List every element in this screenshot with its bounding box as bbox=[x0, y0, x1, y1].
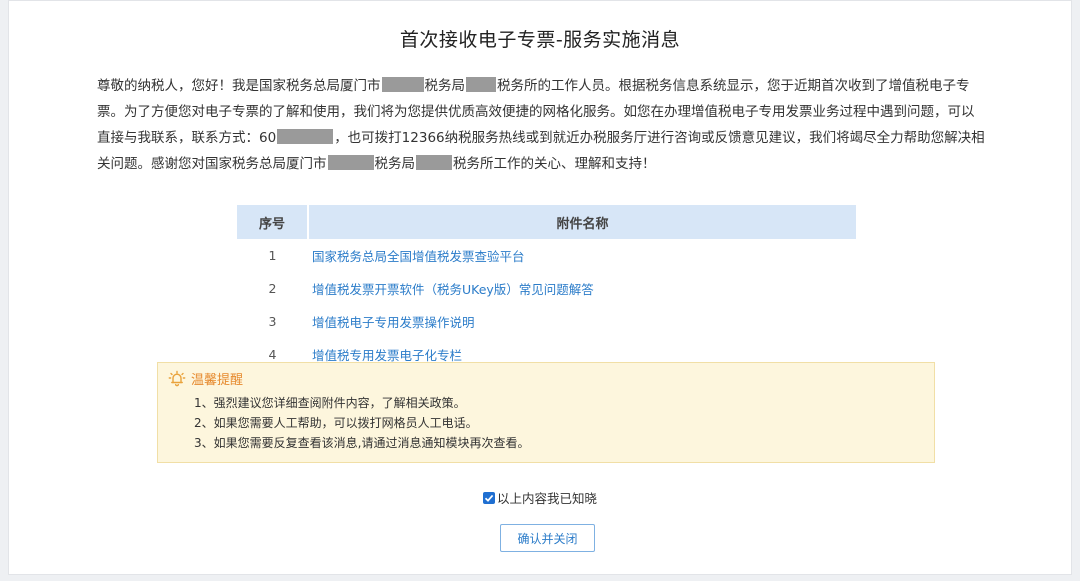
col-header-index: 序号 bbox=[237, 205, 309, 239]
redacted-block bbox=[416, 155, 452, 170]
notice-text: 尊敬的纳税人，您好！我是国家税务总局厦门市 税务局 税务所的工作人员。根据税务信息系… bbox=[97, 73, 987, 177]
table-header-row: 序号 附件名称 bbox=[237, 205, 856, 239]
attachment-link-ukey-faq[interactable]: 增值税发票开票软件（税务UKey版）常见问题解答 bbox=[312, 282, 594, 297]
row-index: 1 bbox=[268, 248, 277, 263]
row-index: 2 bbox=[268, 281, 277, 296]
redacted-block bbox=[327, 155, 374, 170]
attachments-table: 序号 附件名称 1 国家税务总局全国增值税发票查验平台 2 增值税发票开票软件（… bbox=[237, 205, 856, 371]
table-row: 3 增值税电子专用发票操作说明 bbox=[237, 305, 856, 338]
tips-list: 1、强烈建议您详细查阅附件内容，了解相关政策。 2、如果您需要人工帮助，可以拨打… bbox=[194, 393, 529, 453]
table-row: 1 国家税务总局全国增值税发票查验平台 bbox=[237, 239, 856, 272]
warm-tips-box: 温馨提醒 1、强烈建议您详细查阅附件内容，了解相关政策。 2、如果您需要人工帮助… bbox=[157, 362, 935, 463]
attachment-link-invoice-verify[interactable]: 国家税务总局全国增值税发票查验平台 bbox=[312, 249, 525, 264]
confirm-close-button[interactable]: 确认并关闭 bbox=[500, 524, 595, 552]
redacted-block bbox=[466, 77, 496, 92]
attachment-link-e-invoice-column[interactable]: 增值税专用发票电子化专栏 bbox=[312, 348, 462, 363]
acknowledge-label: 以上内容我已知晓 bbox=[496, 491, 597, 506]
notice-part-6: 税务所工作的关心、理解和支持！ bbox=[453, 156, 656, 172]
acknowledge-checkbox[interactable] bbox=[482, 491, 495, 504]
bell-icon bbox=[168, 370, 186, 386]
attachment-link-operation-guide[interactable]: 增值税电子专用发票操作说明 bbox=[312, 315, 475, 330]
dialog-title: 首次接收电子专票-服务实施消息 bbox=[399, 29, 681, 51]
tip-item: 1、强烈建议您详细查阅附件内容，了解相关政策。 bbox=[194, 396, 466, 410]
notice-part-2: 税务局 bbox=[424, 78, 466, 94]
notice-part-5: 税务局 bbox=[374, 156, 416, 172]
row-index: 3 bbox=[268, 314, 277, 329]
redacted-phone-block bbox=[277, 129, 334, 144]
tip-item: 3、如果您需要反复查看该消息,请通过消息通知模块再次查看。 bbox=[194, 436, 530, 450]
message-dialog: 首次接收电子专票-服务实施消息 尊敬的纳税人，您好！我是国家税务总局厦门市 税务局… bbox=[8, 0, 1072, 575]
tips-header: 温馨提醒 bbox=[168, 369, 243, 388]
checkmark-icon bbox=[484, 494, 494, 502]
redacted-block bbox=[381, 77, 424, 92]
tips-title: 温馨提醒 bbox=[191, 373, 244, 388]
acknowledge-row[interactable]: 以上内容我已知晓 bbox=[9, 488, 1071, 507]
tip-item: 2、如果您需要人工帮助，可以拨打网格员人工电话。 bbox=[194, 416, 478, 430]
notice-part-1: 尊敬的纳税人，您好！我是国家税务总局厦门市 bbox=[97, 78, 381, 94]
table-row: 2 增值税发票开票软件（税务UKey版）常见问题解答 bbox=[237, 272, 856, 305]
col-header-name: 附件名称 bbox=[308, 205, 856, 239]
